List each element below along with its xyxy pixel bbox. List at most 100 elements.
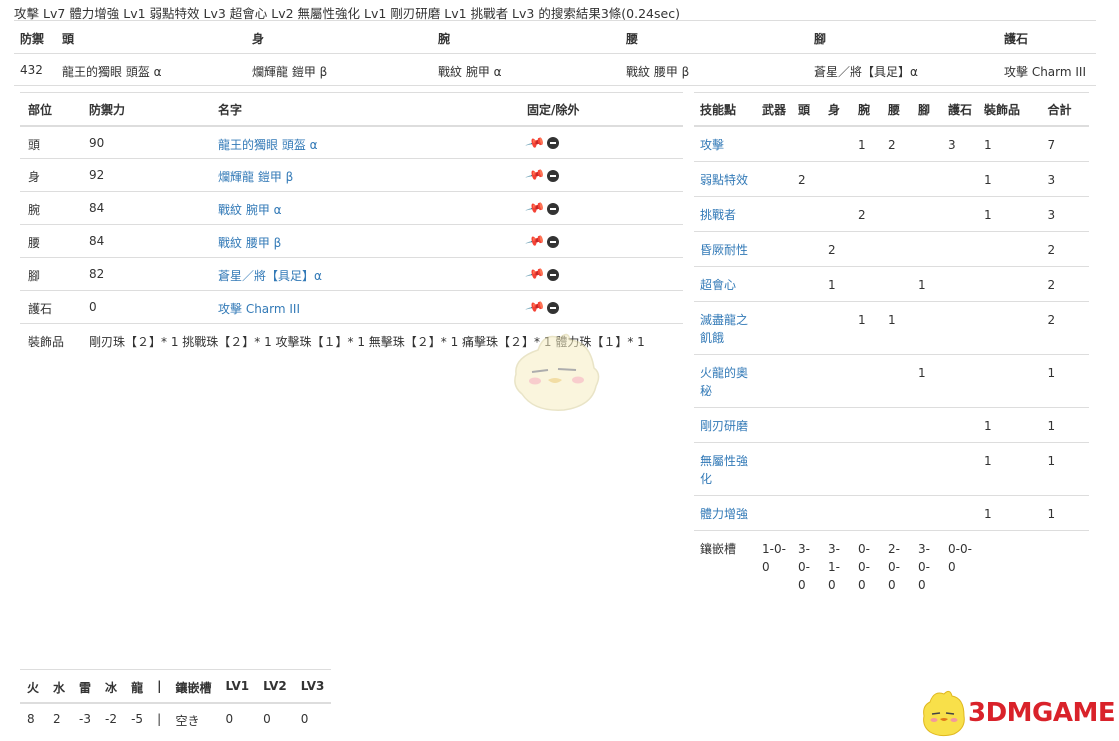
skill-link[interactable]: 昏厥耐性 xyxy=(700,243,748,257)
slot-weapon: 1-0-0 xyxy=(762,541,786,574)
skill-link[interactable]: 挑戰者 xyxy=(700,208,736,222)
skill-total: 1 xyxy=(1041,407,1089,443)
skill-cell: 1 xyxy=(978,161,1042,197)
exclude-icon[interactable] xyxy=(547,169,560,182)
result-defense: 432 xyxy=(14,53,56,86)
col-lv1: LV1 xyxy=(218,669,257,704)
pin-icon[interactable]: 📌 xyxy=(524,264,546,285)
equipment-link[interactable]: 戰紋 腕甲 α xyxy=(218,203,282,217)
pin-icon[interactable]: 📌 xyxy=(524,132,546,153)
col-lv3: LV3 xyxy=(293,669,332,704)
skill-link[interactable]: 滅盡龍之飢餓 xyxy=(700,313,748,345)
equipment-link[interactable]: 爛輝龍 鎧甲 β xyxy=(218,170,293,184)
skill-cell xyxy=(912,125,943,162)
skill-cell xyxy=(942,231,979,267)
skill-cell xyxy=(978,354,1042,408)
detail-row-arms: 腕 84 戰紋 腕甲 α 📌 xyxy=(20,191,683,225)
slot-empty xyxy=(1041,530,1089,601)
skill-cell xyxy=(882,442,913,496)
resist-header-row: 火 水 雷 冰 龍 | 鑲嵌槽 LV1 LV2 LV3 xyxy=(20,669,332,704)
slot-arms: 0-0-0 xyxy=(858,541,870,592)
equipment-link[interactable]: 攻擊 Charm III xyxy=(218,302,300,316)
result-arms: 戰紋 腕甲 α xyxy=(432,53,620,86)
exclude-icon[interactable] xyxy=(547,301,560,314)
skill-cell xyxy=(792,196,823,232)
detail-row-body: 身 92 爛輝龍 鎧甲 β 📌 xyxy=(20,158,683,192)
skill-cell xyxy=(882,407,913,443)
skill-cell: 2 xyxy=(792,161,823,197)
skill-cell xyxy=(822,125,853,162)
skill-cell: 1 xyxy=(978,125,1042,162)
defense-value: 82 xyxy=(81,257,210,291)
exclude-icon[interactable] xyxy=(547,137,560,149)
skill-cell: 1 xyxy=(912,266,943,302)
skills-header-row: 技能點 武器 頭 身 腕 腰 腳 護石 裝飾品 合計 xyxy=(694,92,1089,127)
skill-row: 昏厥耐性 2 2 xyxy=(694,231,1089,267)
exclude-icon[interactable] xyxy=(547,235,560,248)
col-lv2: LV2 xyxy=(256,669,294,704)
resistance-table: 火 水 雷 冰 龍 | 鑲嵌槽 LV1 LV2 LV3 8 2 -3 -2 -5… xyxy=(20,669,332,735)
resist-row: 8 2 -3 -2 -5 | 空き 0 0 0 xyxy=(20,703,331,735)
part-label: 護石 xyxy=(20,290,81,324)
mascot-watermark-icon xyxy=(514,333,600,411)
skill-cell xyxy=(942,266,979,302)
skill-link[interactable]: 體力增強 xyxy=(700,507,748,521)
detail-row-waist: 腰 84 戰紋 腰甲 β 📌 xyxy=(20,224,683,258)
skill-total: 2 xyxy=(1041,231,1089,267)
skill-cell xyxy=(882,354,913,408)
skill-cell: 1 xyxy=(978,407,1042,443)
exclude-icon[interactable] xyxy=(547,202,560,215)
equipment-link[interactable]: 蒼星／將【具足】α xyxy=(218,269,322,283)
slots-row: 鑲嵌槽 1-0-0 3-0-0 3-1-0 0-0-0 2-0-0 3-0-0 … xyxy=(694,530,1089,601)
skill-cell: 2 xyxy=(882,125,913,162)
skill-link[interactable]: 無屬性強化 xyxy=(700,454,748,486)
pin-icon[interactable]: 📌 xyxy=(524,198,546,219)
skill-cell: 2 xyxy=(852,196,883,232)
skill-cell xyxy=(978,266,1042,302)
skill-total: 3 xyxy=(1041,196,1089,232)
skill-link[interactable]: 超會心 xyxy=(700,278,736,292)
result-table: 防禦 頭 身 腕 腰 腳 護石 432 龍王的獨眼 頭盔 α 爛輝龍 鎧甲 β … xyxy=(14,20,1096,86)
skill-cell xyxy=(852,407,883,443)
lv3-value: 0 xyxy=(300,711,309,726)
skill-total: 1 xyxy=(1041,495,1089,531)
skill-cell: 1 xyxy=(978,442,1042,496)
skill-cell: 1 xyxy=(822,266,853,302)
skill-cell xyxy=(822,354,853,408)
col-waist: 腰 xyxy=(620,20,808,54)
result-waist: 戰紋 腰甲 β xyxy=(620,53,808,86)
skill-cell xyxy=(912,495,943,531)
fire-value: 8 xyxy=(27,711,35,726)
equipment-link[interactable]: 龍王的獨眼 頭盔 α xyxy=(218,138,318,152)
lv2-value: 0 xyxy=(263,711,271,726)
water-value: 2 xyxy=(53,711,61,726)
col-charm: 護石 xyxy=(942,92,979,127)
skill-cell xyxy=(912,301,943,355)
skill-link[interactable]: 剛刃研磨 xyxy=(700,419,748,433)
slot-head: 3-0-0 xyxy=(798,541,810,592)
exclude-icon[interactable] xyxy=(547,268,560,281)
skill-cell: 3 xyxy=(942,125,979,162)
skill-link[interactable]: 攻擊 xyxy=(700,138,724,152)
skill-link[interactable]: 弱點特效 xyxy=(700,173,748,187)
skill-cell xyxy=(882,161,913,197)
skill-cell xyxy=(852,266,883,302)
col-defense-power: 防禦力 xyxy=(81,92,210,127)
skill-link[interactable]: 火龍的奧秘 xyxy=(700,366,748,398)
defense-value: 92 xyxy=(81,158,210,192)
equipment-link[interactable]: 戰紋 腰甲 β xyxy=(218,236,281,250)
pin-icon[interactable]: 📌 xyxy=(524,165,546,186)
skill-cell xyxy=(882,495,913,531)
col-total: 合計 xyxy=(1041,92,1089,127)
result-row[interactable]: 432 龍王的獨眼 頭盔 α 爛輝龍 鎧甲 β 戰紋 腕甲 α 戰紋 腰甲 β … xyxy=(14,53,1096,86)
skill-cell: 1 xyxy=(882,301,913,355)
pin-icon[interactable]: 📌 xyxy=(524,231,546,252)
skill-cell xyxy=(756,495,793,531)
pin-icon[interactable]: 📌 xyxy=(524,297,546,318)
skill-row: 體力增強 1 1 xyxy=(694,495,1089,531)
skill-cell xyxy=(756,407,793,443)
skill-row: 挑戰者 2 1 3 xyxy=(694,196,1089,232)
chick-logo-icon xyxy=(923,690,965,737)
skill-cell xyxy=(912,161,943,197)
skill-cell xyxy=(852,231,883,267)
